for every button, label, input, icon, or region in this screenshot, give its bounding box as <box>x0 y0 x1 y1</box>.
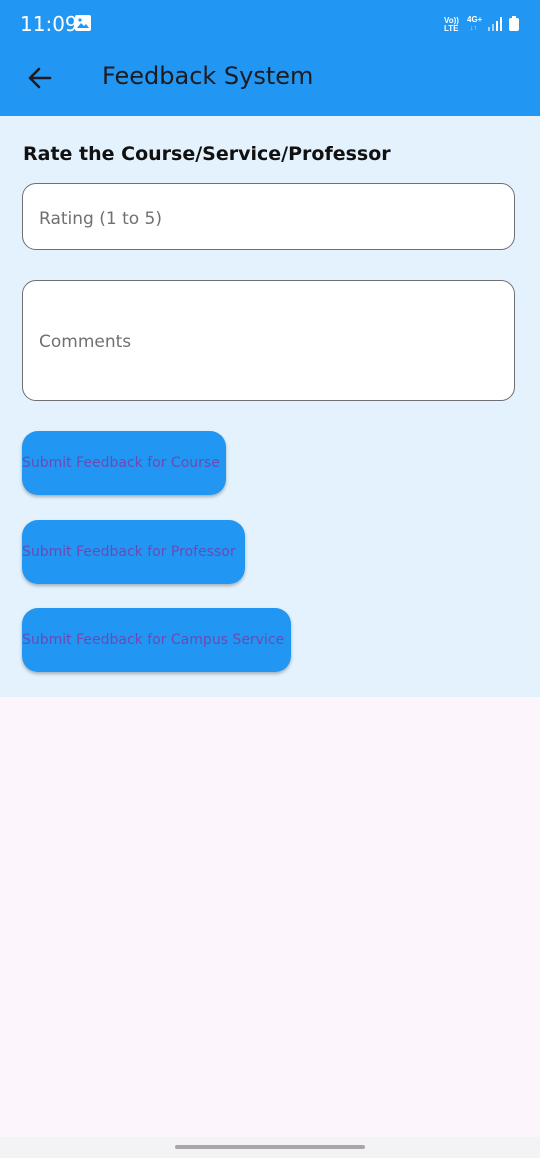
battery-icon <box>509 16 519 31</box>
comments-field[interactable] <box>22 280 515 401</box>
network-type: 4G+ <box>467 15 483 24</box>
section-title: Rate the Course/Service/Professor <box>23 143 391 165</box>
status-time: 11:09 <box>20 12 78 36</box>
signal-icon <box>488 17 502 31</box>
lte-label: LTE <box>444 24 459 33</box>
volte-indicator: Vo)) LTE <box>444 17 459 33</box>
page-title: Feedback System <box>102 62 314 90</box>
arrow-back-icon[interactable] <box>24 62 56 94</box>
comments-input[interactable] <box>37 330 500 358</box>
home-indicator[interactable] <box>175 1145 365 1149</box>
submit-professor-button[interactable]: Submit Feedback for Professor <box>22 520 245 584</box>
submit-campus-service-button[interactable]: Submit Feedback for Campus Service <box>22 608 291 672</box>
status-bar: 11:09 Vo)) LTE 4G+ ↓↑ <box>0 0 540 48</box>
feedback-form: Rate the Course/Service/Professor Submit… <box>0 116 540 697</box>
data-activity-icon: ↓↑ <box>470 25 477 32</box>
submit-course-button[interactable]: Submit Feedback for Course <box>22 431 226 495</box>
rating-input[interactable] <box>37 206 500 232</box>
rating-field[interactable] <box>22 183 515 250</box>
gallery-icon <box>75 15 91 31</box>
app-bar: Feedback System <box>0 48 540 116</box>
